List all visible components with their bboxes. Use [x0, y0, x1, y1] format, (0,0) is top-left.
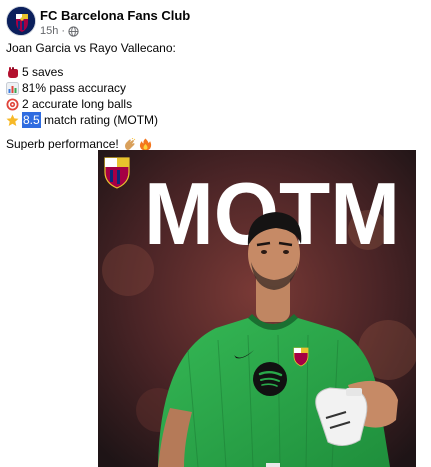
rating-value: 8.5 — [22, 112, 41, 128]
fire-icon — [139, 138, 152, 151]
post-photo[interactable]: MOTM — [98, 150, 416, 467]
post-image-area: MOTM — [0, 150, 431, 467]
globe-icon — [68, 25, 79, 37]
stat-pass-accuracy: 81% pass accuracy — [6, 80, 426, 96]
meta-separator: · — [61, 25, 66, 37]
post-intro: Joan Garcia vs Rayo Vallecano: — [6, 41, 176, 55]
stat-text: 2 accurate long balls — [22, 97, 133, 111]
post-time[interactable]: 15h — [40, 25, 58, 37]
stat-rating: 8.5 match rating (MOTM) — [6, 112, 426, 128]
stat-text: 5 saves — [22, 65, 64, 79]
post-meta: 15h · — [40, 25, 79, 37]
fc-barcelona-crest-icon — [7, 7, 35, 35]
page-name[interactable]: FC Barcelona Fans Club — [40, 8, 190, 23]
post-body: Joan Garcia vs Rayo Vallecano: 5 saves 8… — [6, 40, 426, 152]
target-icon — [6, 98, 19, 111]
rating-text: match rating (MOTM) — [40, 113, 159, 127]
glove-icon — [6, 66, 19, 79]
post-header: FC Barcelona Fans Club 15h · — [6, 6, 426, 42]
star-icon — [6, 114, 19, 127]
bar-chart-icon — [6, 81, 19, 95]
spotify-logo-icon — [253, 362, 287, 396]
stat-long-balls: 2 accurate long balls — [6, 96, 426, 112]
stat-text: 81% pass accuracy — [22, 81, 127, 95]
stat-saves: 5 saves — [6, 64, 426, 80]
page-avatar[interactable] — [6, 6, 36, 36]
clap-icon — [123, 137, 136, 151]
